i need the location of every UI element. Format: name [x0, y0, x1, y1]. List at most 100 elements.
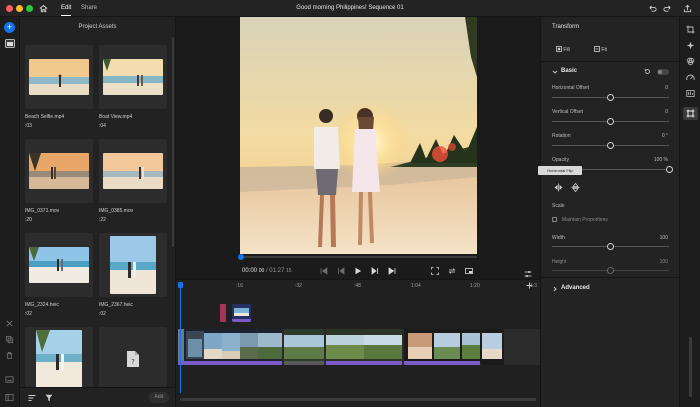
asset-item[interactable]: IMG_2367.heic :02: [99, 233, 167, 317]
audio-icon[interactable]: [686, 89, 695, 98]
playhead-handle[interactable]: [178, 282, 183, 288]
vertical-offset-slider[interactable]: [552, 118, 669, 125]
slider-handle[interactable]: [607, 94, 614, 101]
video-clip[interactable]: [326, 329, 402, 365]
slider-handle[interactable]: [607, 243, 614, 250]
tab-share[interactable]: Share: [81, 5, 97, 11]
video-track[interactable]: [178, 329, 540, 365]
crop-icon[interactable]: [686, 25, 695, 34]
add-button[interactable]: Add: [149, 392, 169, 403]
slider-handle[interactable]: [607, 142, 614, 149]
captions-icon[interactable]: [5, 375, 14, 384]
asset-thumbnail: [29, 153, 89, 189]
asset-card[interactable]: [99, 45, 167, 109]
asset-card[interactable]: [25, 233, 93, 297]
video-clip[interactable]: [284, 329, 324, 365]
asset-item[interactable]: IMG_2324.heic :02: [25, 233, 93, 317]
current-frames: 00: [258, 268, 265, 274]
asset-item[interactable]: IMG_0371.mov :20: [25, 139, 93, 223]
scrubber-handle[interactable]: [238, 254, 244, 260]
minimize-window-button[interactable]: [16, 5, 23, 12]
timeline[interactable]: :16 :32 :48 1:04 1:20 1:3: [176, 279, 540, 407]
horizontal-flip-icon[interactable]: [554, 183, 563, 192]
filter-icon[interactable]: [45, 394, 53, 402]
fit-screen-icon[interactable]: [431, 267, 439, 275]
height-value[interactable]: 100: [660, 259, 668, 265]
asset-card[interactable]: [99, 233, 167, 297]
slider-handle[interactable]: [665, 166, 673, 173]
assets-scrollbar[interactable]: [172, 37, 174, 247]
asset-card[interactable]: [99, 139, 167, 203]
fill-button[interactable]: Fill: [556, 46, 570, 53]
color-icon[interactable]: [686, 57, 695, 66]
asset-card[interactable]: [25, 139, 93, 203]
effects-icon[interactable]: [686, 41, 695, 50]
asset-card[interactable]: [25, 45, 93, 109]
asset-item[interactable]: ?: [99, 327, 167, 391]
overlay-clip[interactable]: [232, 304, 251, 322]
media-library-icon[interactable]: [5, 39, 15, 48]
rotation-value[interactable]: 0 °: [662, 133, 668, 139]
advanced-section-header[interactable]: Advanced: [561, 285, 590, 291]
close-window-button[interactable]: [6, 5, 13, 12]
height-slider[interactable]: [552, 267, 669, 274]
transform-icon[interactable]: [686, 109, 695, 118]
duplicate-icon[interactable]: [5, 335, 14, 344]
chevron-down-icon[interactable]: [552, 69, 558, 75]
undo-icon[interactable]: [648, 4, 657, 13]
video-clip[interactable]: [480, 329, 504, 365]
chevron-right-icon[interactable]: [552, 286, 558, 292]
rotation-slider[interactable]: [552, 142, 669, 149]
timeline-scrollbar[interactable]: [180, 398, 536, 401]
video-preview[interactable]: [240, 17, 477, 254]
zoom-window-button[interactable]: [26, 5, 33, 12]
vertical-flip-icon[interactable]: [571, 183, 580, 192]
reset-icon[interactable]: [644, 68, 651, 75]
redo-icon[interactable]: [663, 4, 672, 13]
slider-handle[interactable]: [607, 267, 614, 274]
tab-edit[interactable]: Edit: [61, 5, 72, 16]
sort-icon[interactable]: [28, 394, 36, 402]
timeline-ruler[interactable]: :16 :32 :48 1:04 1:20 1:3: [176, 280, 540, 292]
go-to-end-icon[interactable]: [388, 267, 396, 275]
width-value[interactable]: 100: [660, 235, 668, 241]
asset-item[interactable]: IMG_0385.mov :22: [99, 139, 167, 223]
cut-icon[interactable]: [5, 319, 14, 328]
vertical-offset-value[interactable]: 0: [665, 109, 668, 115]
rail-scrollbar[interactable]: [689, 337, 692, 397]
asset-item[interactable]: Beach Selfie.mp4 :03: [25, 45, 93, 129]
home-icon[interactable]: [39, 4, 48, 13]
go-to-start-icon[interactable]: [320, 267, 328, 275]
speed-icon[interactable]: [686, 73, 695, 82]
horizontal-offset-value[interactable]: 0: [665, 85, 668, 91]
step-forward-icon[interactable]: [371, 267, 379, 275]
add-track-icon[interactable]: [526, 282, 533, 289]
basic-section-header[interactable]: Basic: [561, 68, 577, 74]
panel-toggle-icon[interactable]: [5, 393, 14, 402]
fit-button[interactable]: Fit: [594, 46, 607, 53]
asset-card[interactable]: [25, 327, 93, 391]
picture-in-picture-icon[interactable]: [465, 267, 473, 275]
width-slider[interactable]: [552, 243, 669, 250]
video-clip[interactable]: [178, 329, 282, 365]
add-media-button[interactable]: +: [4, 22, 15, 33]
basic-toggle[interactable]: [657, 69, 669, 75]
maintain-proportions-checkbox[interactable]: [552, 217, 557, 222]
upload-icon[interactable]: [683, 4, 692, 13]
fill-label: Fill: [563, 47, 570, 53]
asset-card[interactable]: ?: [99, 327, 167, 391]
asset-name: IMG_0371.mov: [25, 208, 60, 214]
title-clip[interactable]: [220, 304, 226, 322]
preview-scrubber[interactable]: [238, 254, 477, 260]
playhead[interactable]: [178, 282, 183, 393]
play-icon[interactable]: [354, 267, 362, 275]
step-back-icon[interactable]: [337, 267, 345, 275]
slider-handle[interactable]: [607, 118, 614, 125]
loop-icon[interactable]: [448, 267, 456, 275]
asset-item[interactable]: Boat View.mp4 :04: [99, 45, 167, 129]
opacity-value[interactable]: 100 %: [654, 157, 668, 163]
settings-icon[interactable]: [524, 270, 532, 278]
delete-icon[interactable]: [5, 351, 14, 360]
horizontal-offset-slider[interactable]: [552, 94, 669, 101]
asset-item[interactable]: [25, 327, 93, 391]
